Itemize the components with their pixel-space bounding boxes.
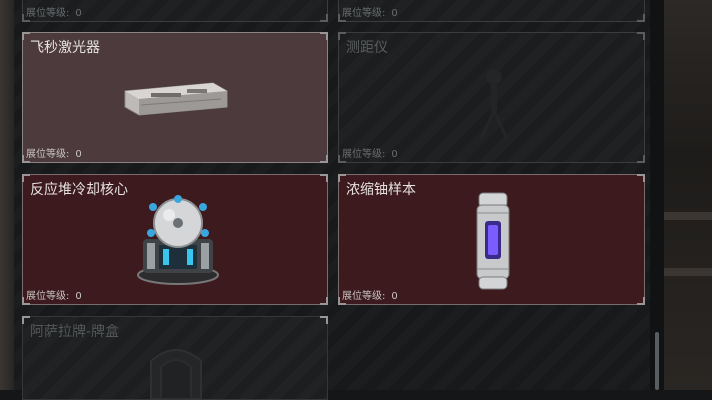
- item-name: 浓缩铀样本: [346, 182, 416, 198]
- display-slot-card[interactable]: 展位等级: 0: [22, 0, 328, 22]
- slot-level: 展位等级: 0: [342, 291, 398, 302]
- scrollbar[interactable]: [650, 0, 664, 390]
- item-name: 反应堆冷却核心: [30, 182, 128, 198]
- enriched-uranium-sample-icon: [476, 192, 510, 290]
- slot-level: 展位等级: 0: [342, 149, 398, 160]
- slot-level: 展位等级: 0: [26, 291, 82, 302]
- item-name: 飞秒激光器: [30, 40, 100, 56]
- femtosecond-laser-icon: [124, 82, 228, 116]
- display-slot-card[interactable]: 展位等级: 0: [338, 0, 645, 22]
- card-box-icon: [150, 349, 202, 399]
- item-card-femtosecond-laser[interactable]: 飞秒激光器 展位等级: 0: [22, 32, 328, 163]
- scrollbar-thumb[interactable]: [655, 332, 659, 390]
- item-card-reactor-cooling-core[interactable]: 反应堆冷却核心 展位等级: 0: [22, 174, 328, 305]
- item-card-enriched-uranium-sample[interactable]: 浓缩铀样本 展位等级: 0: [338, 174, 645, 305]
- rangefinder-icon: [479, 69, 509, 140]
- item-name: 测距仪: [346, 40, 388, 56]
- slot-level: 展位等级: 0: [342, 8, 398, 19]
- item-card-rangefinder[interactable]: 测距仪 展位等级: 0: [338, 32, 645, 163]
- slot-level: 展位等级: 0: [26, 8, 82, 19]
- item-name: 阿萨拉牌-牌盒: [30, 324, 120, 340]
- item-card-card-box[interactable]: 阿萨拉牌-牌盒: [22, 316, 328, 400]
- slot-level: 展位等级: 0: [26, 149, 82, 160]
- reactor-cooling-core-icon: [137, 195, 219, 285]
- background-right: [664, 0, 712, 390]
